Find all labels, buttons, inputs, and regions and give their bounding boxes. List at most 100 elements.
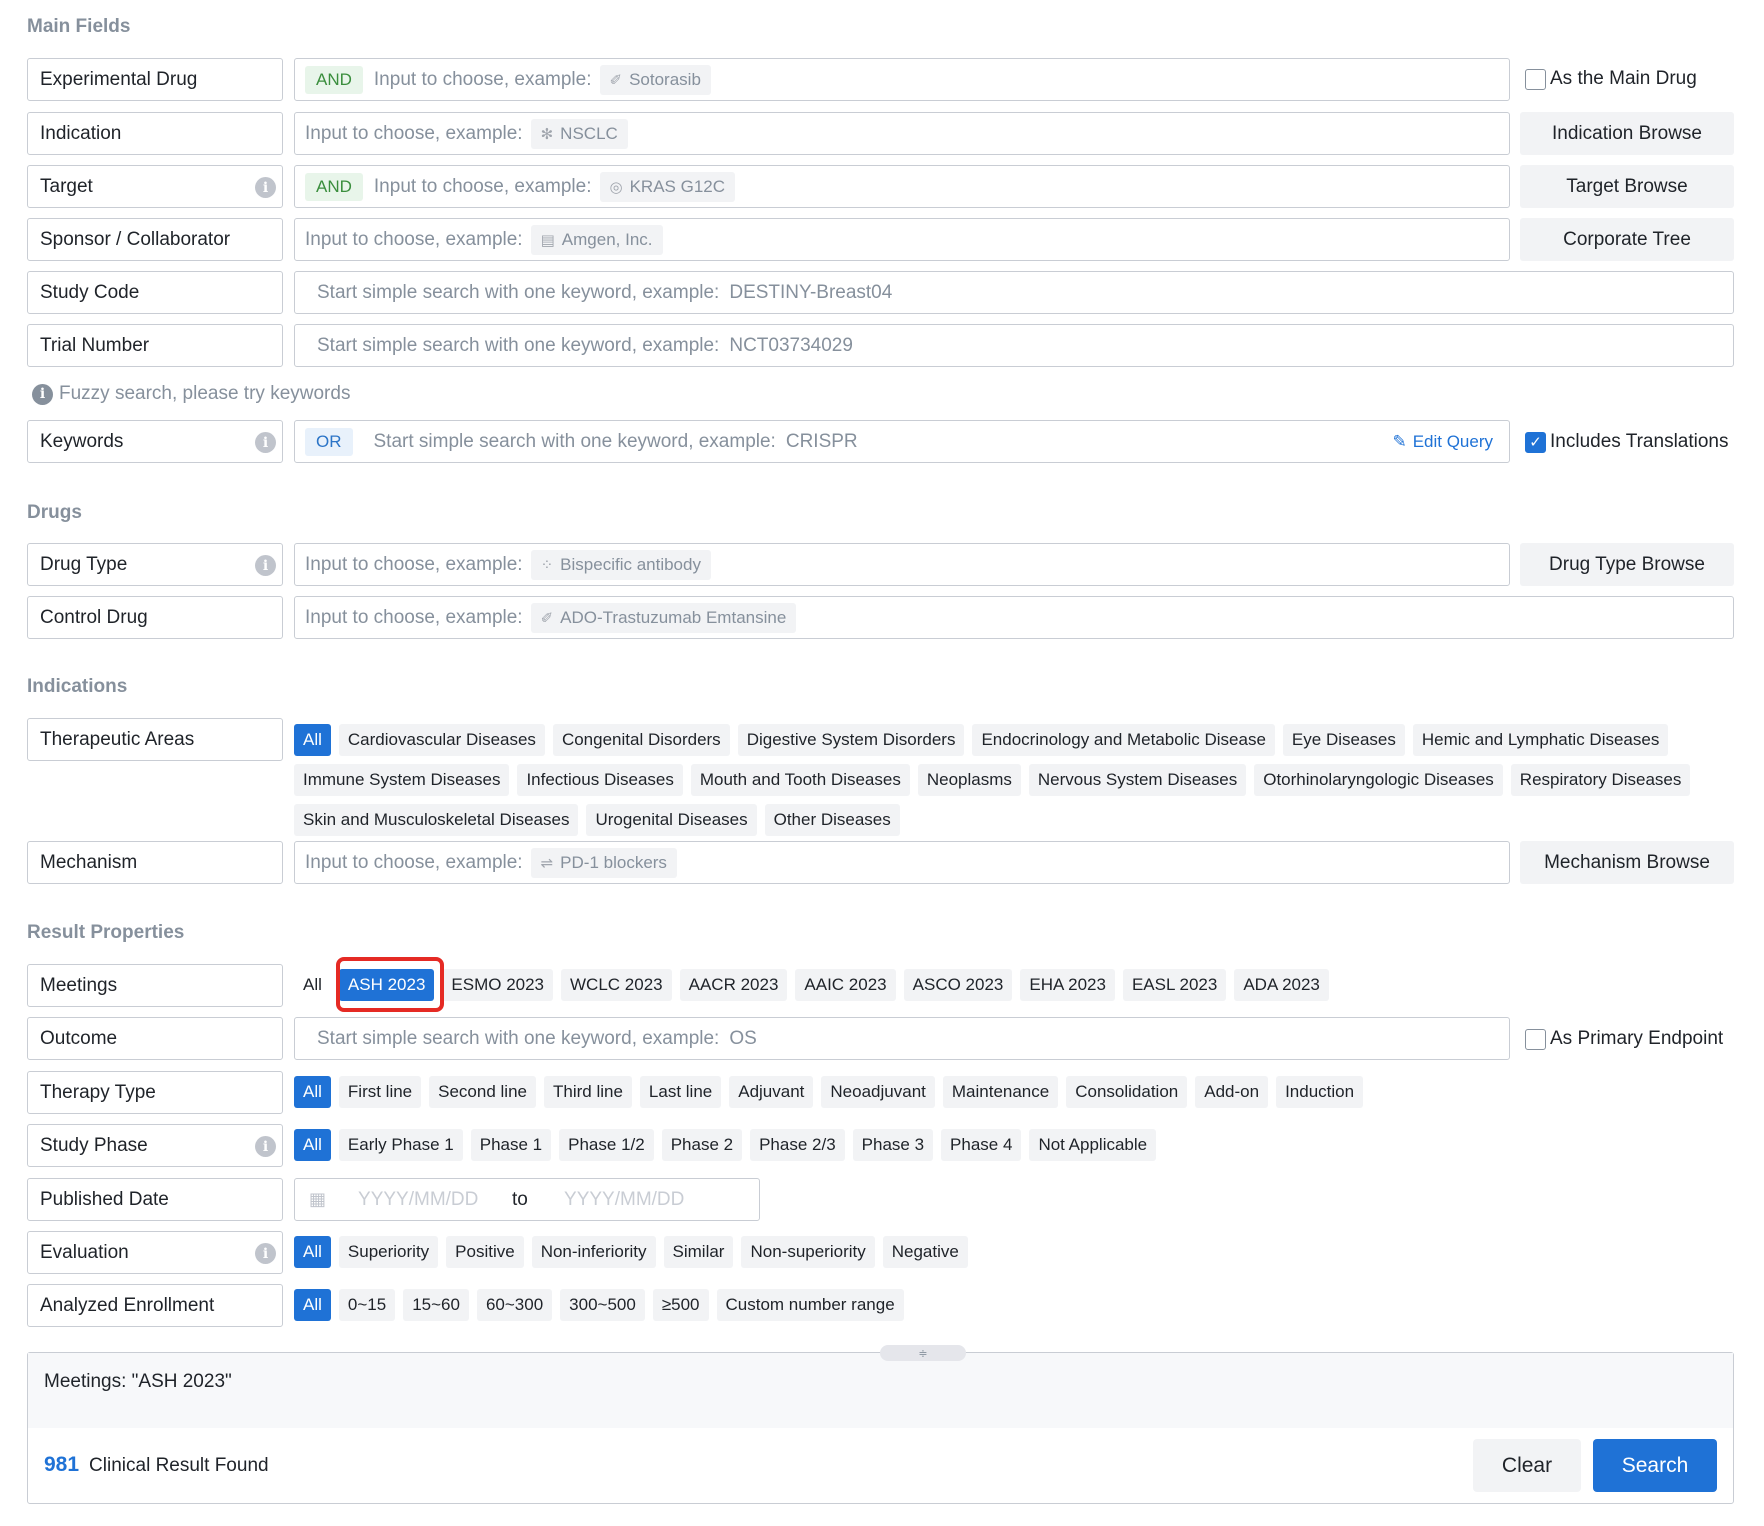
filter-chip[interactable]: Induction xyxy=(1276,1076,1363,1108)
filter-chip[interactable]: 0~15 xyxy=(339,1289,395,1321)
as-primary-endpoint-checkbox[interactable]: As Primary Endpoint xyxy=(1525,1028,1723,1050)
filter-chip[interactable]: Custom number range xyxy=(717,1289,904,1321)
filter-chip[interactable]: Nervous System Diseases xyxy=(1029,764,1246,796)
or-operator-toggle[interactable]: OR xyxy=(305,428,353,456)
filter-chip[interactable]: Infectious Diseases xyxy=(517,764,682,796)
filter-chip[interactable]: Similar xyxy=(664,1236,734,1268)
target-browse-button[interactable]: Target Browse xyxy=(1520,165,1734,208)
resize-handle[interactable]: ≑ xyxy=(880,1345,966,1361)
filter-chip[interactable]: Phase 1 xyxy=(471,1129,551,1161)
info-icon[interactable]: i xyxy=(255,177,276,198)
date-from-input[interactable]: YYYY/MM/DD xyxy=(358,1189,498,1211)
filter-chip[interactable]: Immune System Diseases xyxy=(294,764,509,796)
filter-chip[interactable]: WCLC 2023 xyxy=(561,969,672,1001)
published-date-range[interactable]: ▦ YYYY/MM/DD to YYYY/MM/DD xyxy=(294,1178,760,1221)
filter-chip[interactable]: Non-superiority xyxy=(741,1236,874,1268)
trial-number-input[interactable]: Start simple search with one keyword, ex… xyxy=(294,324,1734,367)
control-drug-input[interactable]: Input to choose, example: ✐ADO-Trastuzum… xyxy=(294,596,1734,639)
filter-chip[interactable]: Phase 4 xyxy=(941,1129,1021,1161)
filter-chip[interactable]: All xyxy=(294,1236,331,1268)
sponsor-input[interactable]: Input to choose, example: ▤Amgen, Inc. xyxy=(294,218,1510,261)
mechanism-browse-button[interactable]: Mechanism Browse xyxy=(1520,841,1734,884)
filter-chip[interactable]: ADA 2023 xyxy=(1234,969,1329,1001)
example-chip[interactable]: ✻NSCLC xyxy=(531,119,628,149)
filter-chip[interactable]: ≥500 xyxy=(653,1289,709,1321)
filter-chip[interactable]: Maintenance xyxy=(943,1076,1058,1108)
as-main-drug-checkbox[interactable]: As the Main Drug xyxy=(1525,68,1697,90)
filter-chip[interactable]: ASH 2023 xyxy=(339,969,435,1001)
info-icon[interactable]: i xyxy=(255,432,276,453)
filter-chip[interactable]: Non-inferiority xyxy=(532,1236,656,1268)
info-icon[interactable]: i xyxy=(255,555,276,576)
filter-chip[interactable]: All xyxy=(294,724,331,756)
info-icon[interactable]: i xyxy=(255,1136,276,1157)
filter-chip[interactable]: All xyxy=(294,1129,331,1161)
filter-chip[interactable]: Early Phase 1 xyxy=(339,1129,463,1161)
filter-chip[interactable]: Second line xyxy=(429,1076,536,1108)
filter-chip[interactable]: Not Applicable xyxy=(1029,1129,1156,1161)
filter-chip[interactable]: Phase 2/3 xyxy=(750,1129,845,1161)
and-operator-toggle[interactable]: AND xyxy=(305,173,363,201)
filter-chip[interactable]: Phase 2 xyxy=(662,1129,742,1161)
mechanism-input[interactable]: Input to choose, example: ⇌PD-1 blockers xyxy=(294,841,1510,884)
filter-chip[interactable]: Adjuvant xyxy=(729,1076,813,1108)
experimental-drug-input[interactable]: AND Input to choose, example: ✐Sotorasib xyxy=(294,58,1510,101)
filter-chip[interactable]: AACR 2023 xyxy=(680,969,788,1001)
info-icon[interactable]: i xyxy=(255,1243,276,1264)
filter-chip[interactable]: Endocrinology and Metabolic Disease xyxy=(972,724,1274,756)
filter-chip[interactable]: Hemic and Lymphatic Diseases xyxy=(1413,724,1668,756)
keywords-input[interactable]: OR Start simple search with one keyword,… xyxy=(294,420,1510,463)
drug-type-input[interactable]: Input to choose, example: ⁘Bispecific an… xyxy=(294,543,1510,586)
filter-chip[interactable]: EASL 2023 xyxy=(1123,969,1226,1001)
filter-chip[interactable]: ESMO 2023 xyxy=(442,969,553,1001)
drug-type-browse-button[interactable]: Drug Type Browse xyxy=(1520,543,1734,586)
example-chip[interactable]: ▤Amgen, Inc. xyxy=(531,225,663,255)
example-chip[interactable]: ⇌PD-1 blockers xyxy=(531,848,677,878)
filter-chip[interactable]: Congenital Disorders xyxy=(553,724,730,756)
indication-input[interactable]: Input to choose, example: ✻NSCLC xyxy=(294,112,1510,155)
filter-chip[interactable]: EHA 2023 xyxy=(1020,969,1115,1001)
and-operator-toggle[interactable]: AND xyxy=(305,66,363,94)
filter-chip[interactable]: Urogenital Diseases xyxy=(586,804,756,836)
clear-button[interactable]: Clear xyxy=(1473,1439,1581,1492)
study-code-input[interactable]: Start simple search with one keyword, ex… xyxy=(294,271,1734,314)
checkbox-icon[interactable] xyxy=(1525,1029,1546,1050)
search-button[interactable]: Search xyxy=(1593,1439,1717,1492)
filter-chip[interactable]: 300~500 xyxy=(560,1289,645,1321)
filter-chip[interactable]: Positive xyxy=(446,1236,524,1268)
filter-chip[interactable]: Phase 3 xyxy=(853,1129,933,1161)
filter-chip[interactable]: First line xyxy=(339,1076,421,1108)
filter-chip[interactable]: Digestive System Disorders xyxy=(738,724,965,756)
filter-chip[interactable]: All xyxy=(294,1289,331,1321)
filter-chip[interactable]: Superiority xyxy=(339,1236,438,1268)
example-chip[interactable]: ✐Sotorasib xyxy=(600,65,711,95)
filter-chip[interactable]: Cardiovascular Diseases xyxy=(339,724,545,756)
outcome-input[interactable]: Start simple search with one keyword, ex… xyxy=(294,1017,1510,1060)
filter-chip[interactable]: AAIC 2023 xyxy=(795,969,895,1001)
corporate-tree-button[interactable]: Corporate Tree xyxy=(1520,218,1734,261)
date-to-input[interactable]: YYYY/MM/DD xyxy=(564,1189,684,1211)
filter-chip[interactable]: Neoadjuvant xyxy=(821,1076,934,1108)
example-chip[interactable]: ◎KRAS G12C xyxy=(600,172,736,202)
filter-chip[interactable]: Consolidation xyxy=(1066,1076,1187,1108)
edit-query-link[interactable]: ✎Edit Query xyxy=(1392,432,1493,452)
filter-chip[interactable]: Neoplasms xyxy=(918,764,1021,796)
filter-chip[interactable]: ASCO 2023 xyxy=(904,969,1013,1001)
example-chip[interactable]: ⁘Bispecific antibody xyxy=(531,550,711,580)
filter-chip[interactable]: Respiratory Diseases xyxy=(1511,764,1691,796)
filter-chip[interactable]: Third line xyxy=(544,1076,632,1108)
filter-chip[interactable]: Otorhinolaryngologic Diseases xyxy=(1254,764,1503,796)
indication-browse-button[interactable]: Indication Browse xyxy=(1520,112,1734,155)
filter-chip[interactable]: All xyxy=(294,969,331,1001)
filter-chip[interactable]: Phase 1/2 xyxy=(559,1129,654,1161)
checkbox-checked-icon[interactable]: ✓ xyxy=(1525,432,1546,453)
filter-chip[interactable]: Negative xyxy=(883,1236,968,1268)
filter-chip[interactable]: 60~300 xyxy=(477,1289,552,1321)
example-chip[interactable]: ✐ADO-Trastuzumab Emtansine xyxy=(531,603,797,633)
filter-chip[interactable]: Other Diseases xyxy=(765,804,900,836)
filter-chip[interactable]: Last line xyxy=(640,1076,721,1108)
checkbox-icon[interactable] xyxy=(1525,69,1546,90)
filter-chip[interactable]: Skin and Musculoskeletal Diseases xyxy=(294,804,578,836)
filter-chip[interactable]: Add-on xyxy=(1195,1076,1268,1108)
filter-chip[interactable]: All xyxy=(294,1076,331,1108)
